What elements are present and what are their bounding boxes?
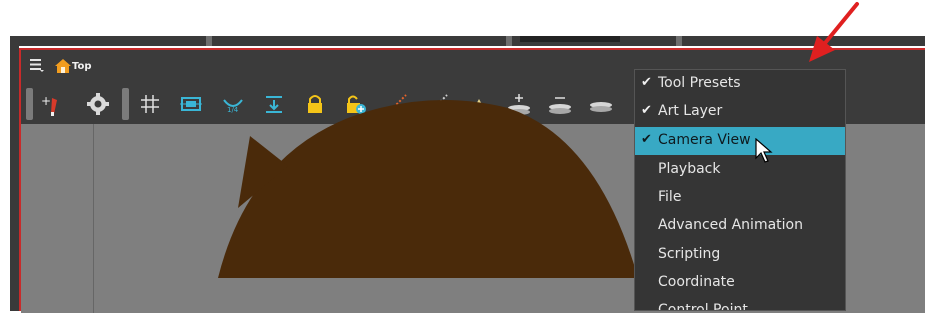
strip-separator (206, 36, 212, 46)
app-toolbar-strip (10, 36, 925, 46)
menu-item-label: File (658, 189, 682, 205)
menu-item-coordinate[interactable]: Coordinate (635, 269, 845, 297)
toolbar-visibility-menu: ✔ Tool Presets ✔ Art Layer ✔ Camera View… (634, 69, 846, 311)
menu-item-label: Advanced Animation (658, 217, 803, 233)
gear-icon[interactable] (84, 90, 112, 118)
menu-item-playback[interactable]: Playback (635, 156, 845, 184)
menu-item-label: Control Point (658, 302, 748, 311)
menu-item-control-point[interactable]: Control Point (635, 297, 845, 311)
grid-icon[interactable] (137, 90, 165, 118)
character-hair-drawing (218, 100, 638, 278)
strip-field (520, 36, 620, 42)
menu-item-label: Coordinate (658, 274, 735, 290)
menu-item-label: Playback (658, 161, 721, 177)
strip-separator (676, 36, 682, 46)
check-icon: ✔ (641, 132, 652, 147)
strip-separator (506, 36, 512, 46)
hamburger-menu-icon[interactable] (29, 57, 45, 73)
menu-item-advanced-animation[interactable]: Advanced Animation (635, 212, 845, 240)
menu-item-label: Tool Presets (658, 75, 741, 91)
mouse-cursor-icon (755, 138, 773, 163)
view-title: Top (72, 61, 92, 72)
toolbar-grip[interactable] (26, 88, 33, 120)
toolbar-separator (122, 88, 129, 120)
menu-item-file[interactable]: File (635, 184, 845, 212)
menu-item-art-layer[interactable]: ✔ Art Layer (635, 98, 845, 126)
menu-item-label: Scripting (658, 246, 721, 262)
annotation-arrow-icon (809, 2, 859, 62)
menu-item-label: Camera View (658, 132, 751, 148)
left-panel-edge (10, 46, 19, 311)
menu-item-scripting[interactable]: Scripting (635, 241, 845, 269)
add-brush-icon[interactable]: + (38, 90, 66, 118)
check-icon: ✔ (641, 75, 652, 90)
menu-item-camera-view[interactable]: ✔ Camera View (635, 127, 845, 155)
home-icon[interactable] (54, 58, 72, 74)
svg-text:+: + (41, 94, 51, 108)
menu-item-label: Art Layer (658, 103, 723, 119)
canvas-ruler-frame (21, 124, 94, 313)
menu-item-tool-presets[interactable]: ✔ Tool Presets (635, 70, 845, 98)
check-icon: ✔ (641, 103, 652, 118)
